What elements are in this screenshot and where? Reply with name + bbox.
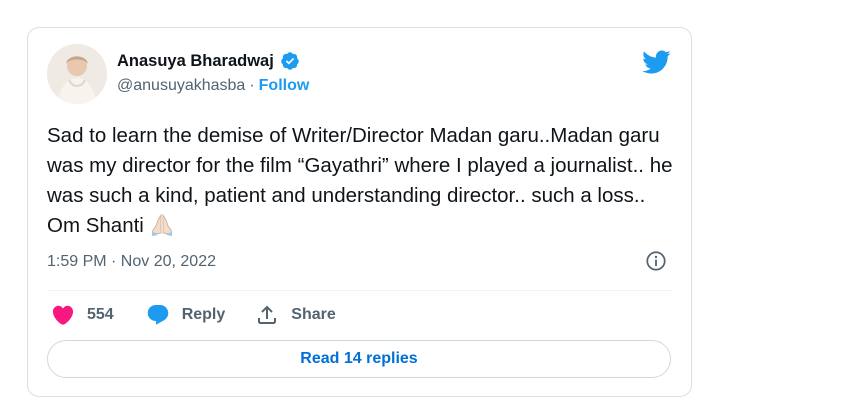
tweet-body: Sad to learn the demise of Writer/Direct… [47, 124, 679, 237]
share-label: Share [291, 306, 336, 323]
tweet-text: Sad to learn the demise of Writer/Direct… [47, 121, 677, 241]
folded-hands-emoji-icon [151, 213, 172, 236]
avatar[interactable] [47, 44, 107, 104]
tweet-actions: 554 Reply Share [47, 303, 336, 327]
share-upload-icon [258, 305, 277, 324]
reply-label: Reply [181, 306, 226, 323]
twitter-bird-icon[interactable] [641, 47, 671, 77]
share-button[interactable]: Share [255, 303, 336, 327]
author-name[interactable]: Anasuya Bharadwaj [117, 52, 274, 71]
read-replies-button[interactable]: Read 14 replies [47, 340, 671, 378]
avatar-image [47, 44, 107, 104]
author-name-row: Anasuya Bharadwaj [117, 51, 300, 71]
reply-button[interactable]: Reply [146, 303, 226, 327]
follow-button[interactable]: Follow [259, 77, 310, 95]
author-handle[interactable]: @anusuyakhasba [117, 77, 245, 95]
author-handle-row: @anusuyakhasba · Follow [117, 77, 309, 95]
info-icon[interactable] [645, 250, 667, 272]
like-count: 554 [87, 306, 114, 323]
handle-separator: · [249, 77, 255, 94]
tweet-card: Anasuya Bharadwaj @anusuyakhasba · Follo… [27, 27, 692, 397]
heart-icon [52, 305, 74, 325]
tweet-timestamp[interactable]: 1:59 PM · Nov 20, 2022 [47, 253, 216, 271]
divider [47, 290, 672, 291]
verified-badge-icon [281, 52, 299, 70]
like-button[interactable]: 554 [51, 303, 114, 327]
speech-bubble-icon [147, 305, 168, 325]
